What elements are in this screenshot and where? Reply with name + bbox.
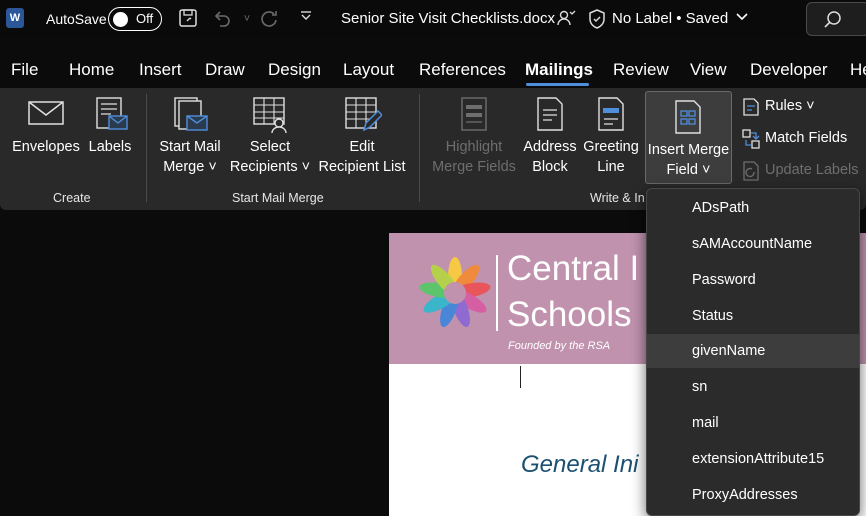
merge-field-item[interactable]: extensionAttribute15	[647, 442, 859, 476]
envelopes-label: Envelopes	[12, 139, 80, 155]
greeting-line-label-2: Line	[597, 159, 625, 175]
group-write-insert-label: Write & In	[590, 191, 645, 205]
insert-merge-field-label-1: Insert Merge	[647, 142, 730, 158]
select-recipients-icon	[253, 97, 287, 134]
menu-layout[interactable]: Layout	[343, 60, 394, 80]
search-box[interactable]	[806, 2, 866, 36]
autosave-label: AutoSave	[46, 11, 107, 27]
labels-label: Labels	[88, 139, 132, 155]
address-block-button[interactable]: Address Block	[521, 96, 579, 177]
address-block-label-2: Block	[532, 159, 568, 175]
undo-dropdown-icon[interactable]: ˅	[236, 8, 258, 30]
menu-file[interactable]: File	[11, 60, 38, 80]
save-icon[interactable]	[177, 8, 199, 30]
redo-icon[interactable]	[258, 8, 280, 30]
mail-merge-icon	[174, 97, 208, 131]
toggle-knob	[113, 11, 128, 27]
menu-insert[interactable]: Insert	[139, 60, 182, 80]
greeting-line-label-1: Greeting	[583, 139, 639, 155]
title-bar: W AutoSave Off ˅ Senior Site Visit Check…	[0, 0, 866, 38]
menu-bar: File Home Insert Draw Design Layout Refe…	[0, 50, 866, 86]
word-logo-icon: W	[6, 8, 24, 28]
group-separator	[419, 94, 420, 202]
insert-merge-field-label-2: Field ˅	[666, 162, 711, 178]
search-icon	[824, 11, 841, 28]
merge-field-item[interactable]: sn	[647, 370, 859, 404]
update-labels-button[interactable]: Update Labels	[765, 162, 859, 178]
document-title[interactable]: Senior Site Visit Checklists.docx	[341, 10, 555, 27]
autosave-toggle[interactable]: Off	[108, 7, 162, 31]
menu-design[interactable]: Design	[268, 60, 321, 80]
start-mail-merge-label-1: Start Mail	[159, 139, 221, 155]
select-recipients-button[interactable]: Select Recipients ˅	[228, 96, 312, 177]
menu-mailings[interactable]: Mailings	[525, 60, 593, 80]
undo-icon[interactable]	[211, 8, 233, 30]
labels-button[interactable]: Labels	[86, 96, 134, 157]
address-block-label-1: Address	[523, 139, 577, 155]
edit-list-icon	[345, 97, 382, 132]
group-create-label: Create	[53, 191, 91, 205]
highlight-merge-fields-button[interactable]: Highlight Merge Fields	[428, 96, 520, 177]
menu-references[interactable]: References	[419, 60, 506, 80]
start-mail-merge-label-2: Merge ˅	[163, 159, 217, 175]
merge-field-item[interactable]: Status	[647, 299, 859, 333]
merge-field-dropdown: ADsPath sAMAccountName Password Status g…	[646, 188, 860, 516]
insert-merge-field-button[interactable]: Insert Merge Field ˅	[645, 91, 732, 184]
merge-field-item[interactable]: ProxyAddresses	[647, 478, 859, 512]
edit-recipient-list-label-1: Edit	[349, 139, 375, 155]
share-users-icon[interactable]	[555, 8, 577, 30]
merge-field-item[interactable]: sAMAccountName	[647, 227, 859, 261]
envelope-icon	[28, 101, 64, 125]
select-recipients-label-2: Recipients ˅	[229, 159, 311, 175]
label-status[interactable]: No Label • Saved	[612, 10, 728, 27]
edit-recipient-list-button[interactable]: Edit Recipient List	[314, 96, 410, 177]
address-block-icon	[537, 97, 563, 131]
rules-button[interactable]: Rules ˅	[765, 98, 815, 114]
sensitivity-shield-icon[interactable]	[586, 8, 608, 30]
banner-tagline: Founded by the RSA	[508, 340, 611, 352]
labels-icon	[96, 97, 128, 130]
merge-field-item[interactable]: mail	[647, 406, 859, 440]
start-mail-merge-button[interactable]: Start Mail Merge ˅	[154, 96, 226, 177]
menu-developer[interactable]: Developer	[750, 60, 828, 80]
greeting-line-icon	[598, 97, 624, 131]
active-tab-indicator	[526, 83, 589, 86]
envelopes-button[interactable]: Envelopes	[10, 96, 82, 157]
select-recipients-label-1: Select	[249, 139, 291, 155]
banner-title-line-2: Schools	[507, 295, 632, 334]
merge-field-item[interactable]: ADsPath	[647, 191, 859, 225]
chevron-down-icon[interactable]	[731, 8, 753, 30]
menu-view[interactable]: View	[690, 60, 727, 80]
banner-divider	[496, 255, 498, 331]
insert-field-icon	[675, 100, 701, 134]
greeting-line-button[interactable]: Greeting Line	[580, 96, 642, 177]
text-cursor	[520, 366, 521, 388]
merge-field-item[interactable]: Password	[647, 263, 859, 297]
match-fields-button[interactable]: Match Fields	[765, 130, 847, 146]
merge-field-item-hovered[interactable]: givenName	[647, 334, 859, 368]
group-separator	[146, 94, 147, 202]
document-heading: General Ini	[521, 451, 639, 478]
update-labels-icon	[743, 161, 759, 181]
group-start-mail-merge-label: Start Mail Merge	[232, 191, 324, 205]
menu-help[interactable]: He	[850, 60, 866, 80]
menu-review[interactable]: Review	[613, 60, 669, 80]
highlight-fields-icon	[461, 97, 487, 131]
menu-draw[interactable]: Draw	[205, 60, 245, 80]
highlight-merge-fields-label-2: Merge Fields	[432, 159, 516, 175]
school-logo-icon	[419, 257, 491, 327]
rules-icon	[743, 98, 759, 116]
customize-toolbar-icon[interactable]	[295, 8, 317, 30]
edit-recipient-list-label-2: Recipient List	[318, 159, 406, 175]
autosave-state: Off	[136, 11, 154, 26]
match-fields-icon	[742, 129, 760, 149]
menu-home[interactable]: Home	[69, 60, 114, 80]
banner-title-line-1: Central I	[507, 249, 640, 288]
highlight-merge-fields-label-1: Highlight	[445, 139, 503, 155]
